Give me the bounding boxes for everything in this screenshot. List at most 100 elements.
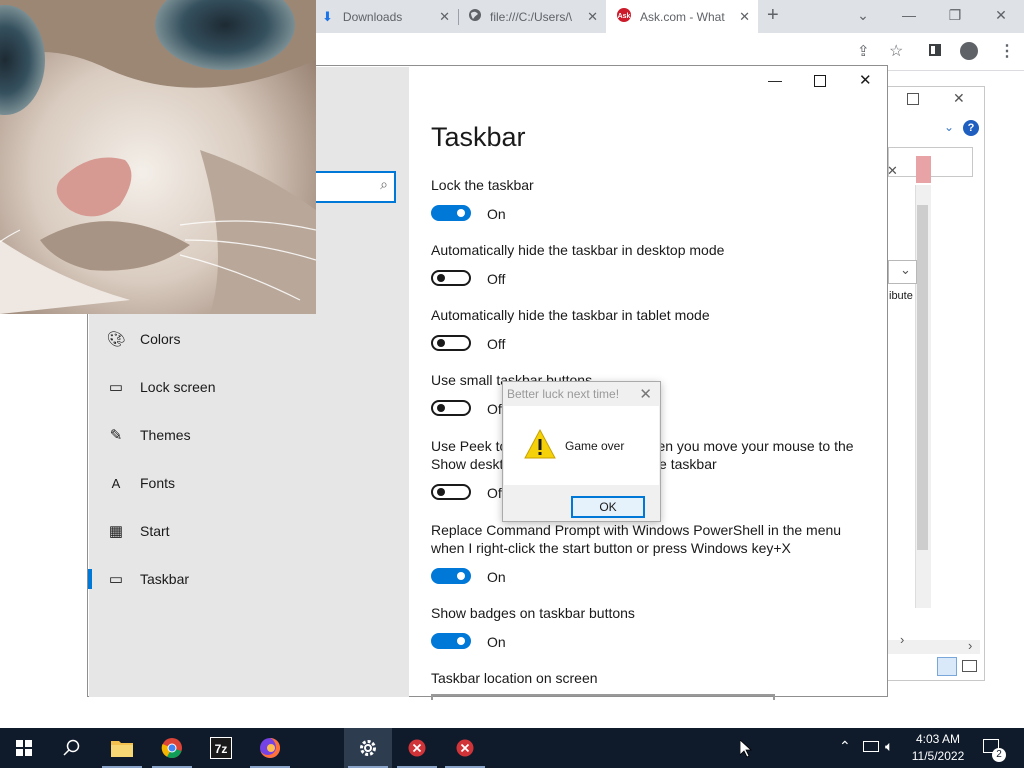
close-icon[interactable]: ✕ — [953, 90, 965, 107]
toggle-state: Off — [487, 336, 506, 352]
minimize-icon[interactable]: — — [768, 72, 782, 88]
sidebar-item-label: Start — [140, 523, 170, 539]
red-marker — [916, 156, 931, 183]
chevron-right-icon[interactable]: › — [968, 638, 972, 653]
message-dialog: Better luck next time! ✕ Game over OK — [502, 381, 661, 522]
setting-label: Show badges on taskbar buttons — [431, 605, 635, 621]
tab-downloads[interactable]: ⬇ Downloads ✕ — [316, 0, 458, 33]
chevron-down-icon[interactable]: ⌄ — [900, 262, 911, 278]
setting-label: Automatically hide the taskbar in deskto… — [431, 242, 725, 258]
firefox-icon[interactable] — [246, 728, 294, 768]
palette-icon: 🎨︎ — [106, 331, 126, 348]
lock-taskbar-toggle[interactable] — [431, 205, 471, 221]
close-icon[interactable]: ✕ — [739, 9, 750, 25]
tab-label: Ask.com - What — [640, 9, 725, 24]
sidebar-item-label: Lock screen — [140, 379, 216, 395]
volume-icon[interactable]: 🔈︎ — [885, 738, 893, 755]
notification-count-badge: 2 — [992, 748, 1006, 762]
themes-icon: ✎ — [109, 427, 123, 444]
warning-icon — [524, 428, 556, 464]
tab-label: file:///C:/Users/\ — [490, 9, 573, 24]
large-icons-view-icon[interactable] — [962, 660, 977, 672]
setting-label: Automatically hide the taskbar in tablet… — [431, 307, 710, 323]
search-icon: ⌕ — [380, 176, 388, 192]
setting-label: Replace Command Prompt with Windows Powe… — [431, 522, 842, 556]
taskbar-icon: ▭ — [108, 571, 124, 588]
network-icon[interactable] — [863, 741, 879, 752]
tab-search-icon[interactable]: ⌄ — [840, 0, 886, 33]
toggle-state: On — [487, 634, 506, 650]
toggle-state: On — [487, 569, 506, 585]
file-explorer-icon[interactable] — [98, 728, 146, 768]
sidebar-item-start[interactable]: ▦ Start — [88, 507, 408, 555]
search-icon[interactable] — [48, 728, 96, 768]
dialog-title: Better luck next time! — [507, 387, 620, 401]
scrollbar-thumb[interactable] — [917, 205, 928, 550]
chevron-down-icon[interactable]: ⌄ — [944, 120, 954, 134]
tab-ask[interactable]: Ask Ask.com - What ✕ — [606, 0, 758, 33]
globe-icon — [468, 8, 482, 25]
setting-label: Lock the taskbar — [431, 177, 534, 193]
windows-taskbar: 7z ⌃ 🔈︎ 4:03 AM 11/5/2022 2 — [0, 728, 1024, 768]
sidebar-item-lock-screen[interactable]: ▭ Lock screen — [88, 363, 408, 411]
sidebar-item-colors[interactable]: 🎨︎ Colors — [88, 315, 408, 363]
ask-logo-icon: Ask — [616, 7, 632, 26]
details-view-icon[interactable] — [937, 657, 957, 676]
windows-start-icon[interactable] — [0, 728, 48, 768]
page-title: Taskbar — [431, 122, 526, 152]
cat-photo — [0, 0, 316, 314]
autohide-tablet-toggle[interactable] — [431, 335, 471, 351]
toggle-state: Off — [487, 271, 506, 287]
side-panel-icon[interactable] — [929, 44, 941, 56]
menu-icon[interactable]: ⋮ — [999, 41, 1015, 61]
show-hidden-icons-icon[interactable]: ⌃ — [839, 738, 851, 755]
autohide-desktop-toggle[interactable] — [431, 270, 471, 286]
sidebar-item-label: Colors — [140, 331, 181, 347]
new-tab-button[interactable]: + — [767, 4, 779, 27]
share-icon[interactable]: ⇪ — [857, 42, 870, 60]
sidebar-item-themes[interactable]: ✎ Themes — [88, 411, 408, 459]
maximize-icon[interactable] — [907, 93, 919, 105]
powershell-toggle[interactable] — [431, 568, 471, 584]
error-app-icon[interactable] — [441, 728, 489, 768]
chrome-icon[interactable] — [148, 728, 196, 768]
svg-text:Ask: Ask — [618, 13, 631, 20]
clock-date[interactable]: 11/5/2022 — [908, 749, 968, 763]
clock-time[interactable]: 4:03 AM — [908, 732, 968, 746]
close-icon[interactable]: ✕ — [887, 163, 898, 179]
start-icon: ▦ — [108, 523, 124, 540]
sidebar-item-label: Taskbar — [140, 571, 190, 587]
tab-file[interactable]: file:///C:/Users/\ ✕ — [462, 0, 606, 33]
peek-toggle[interactable] — [431, 484, 471, 500]
chevron-right-icon[interactable]: › — [900, 632, 904, 647]
close-icon[interactable]: ✕ — [587, 9, 598, 25]
sidebar-item-fonts[interactable]: A Fonts — [88, 459, 408, 507]
settings-icon[interactable] — [344, 728, 392, 768]
minimize-icon[interactable]: — — [886, 0, 932, 33]
close-icon[interactable]: ✕ — [859, 71, 872, 89]
svg-text:7z: 7z — [215, 742, 228, 756]
small-buttons-toggle[interactable] — [431, 400, 471, 416]
close-icon[interactable]: ✕ — [439, 9, 450, 25]
lock-screen-icon: ▭ — [108, 379, 124, 396]
restore-icon[interactable]: ❐ — [932, 0, 978, 33]
7zip-icon[interactable]: 7z — [197, 728, 245, 768]
toggle-state: On — [487, 206, 506, 222]
ok-button[interactable]: OK — [571, 496, 645, 518]
badges-toggle[interactable] — [431, 633, 471, 649]
location-dropdown[interactable] — [431, 694, 775, 700]
fonts-icon: A — [111, 475, 121, 491]
star-icon[interactable]: ☆ — [889, 41, 903, 61]
mouse-cursor-icon — [739, 739, 753, 763]
column-header: ibute — [889, 290, 913, 302]
sidebar-item-label: Fonts — [140, 475, 176, 491]
profile-icon[interactable] — [960, 42, 978, 60]
sidebar-item-label: Themes — [140, 427, 191, 443]
close-window-icon[interactable]: ✕ — [978, 0, 1024, 33]
maximize-icon[interactable] — [814, 75, 826, 87]
tab-label: Downloads — [342, 9, 403, 24]
error-app-icon[interactable] — [393, 728, 441, 768]
close-icon[interactable]: ✕ — [639, 385, 652, 403]
help-icon[interactable]: ? — [963, 120, 979, 136]
sidebar-item-taskbar[interactable]: ▭ Taskbar — [88, 555, 408, 603]
